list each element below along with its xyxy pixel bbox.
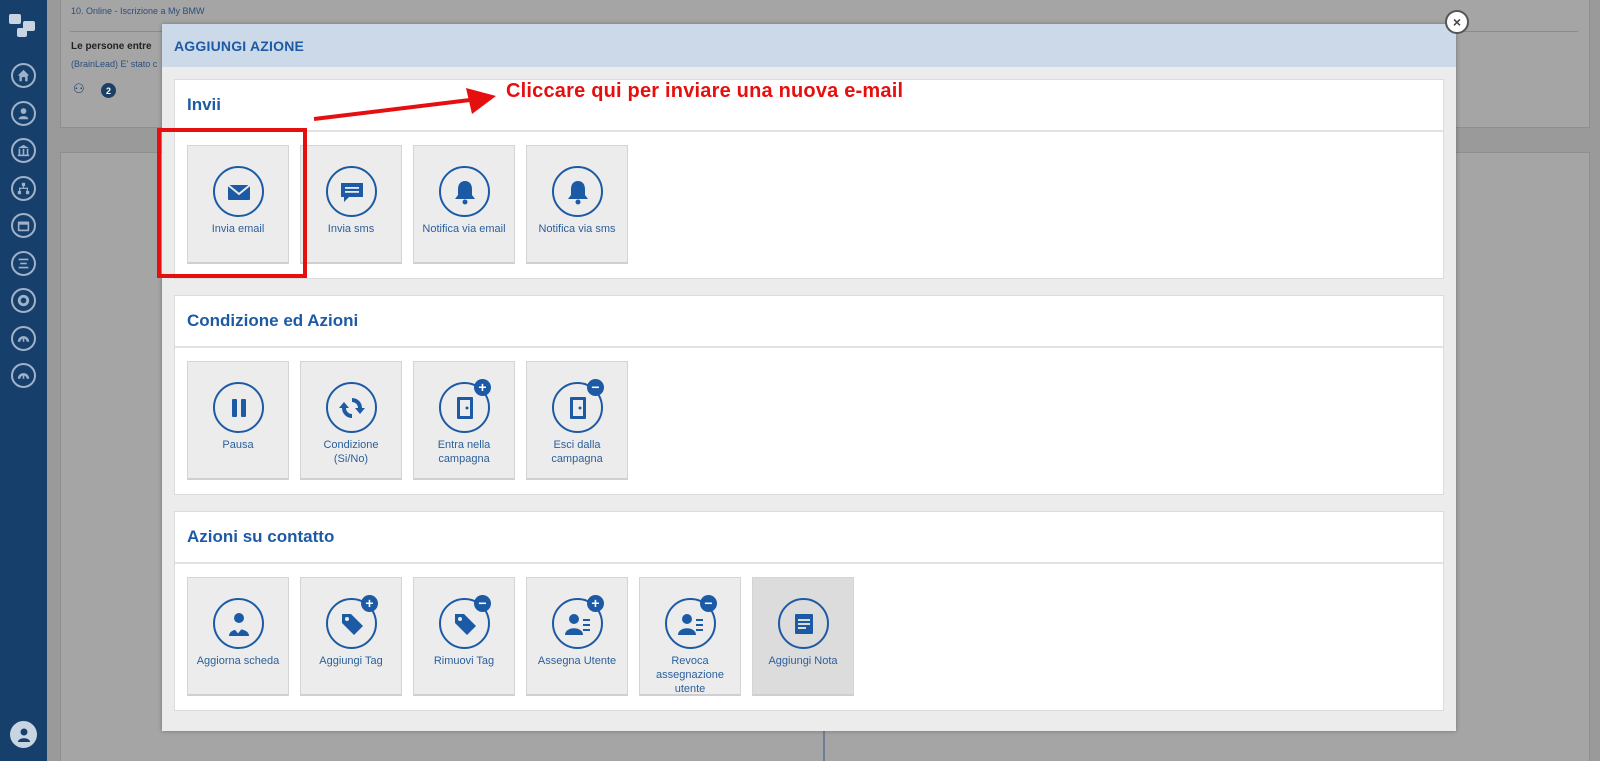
section-azioni-contatto: Azioni su contatto Aggiorna scheda + Agg…: [174, 511, 1444, 711]
count-badge: 2: [101, 83, 116, 98]
revoke-user-tile[interactable]: − Revoca assegnazione utente: [639, 577, 741, 696]
notify-sms-tile[interactable]: Notifica via sms: [526, 145, 628, 264]
tile-label: Rimuovi Tag: [433, 655, 495, 667]
plus-icon: +: [361, 595, 378, 612]
hierarchy-icon[interactable]: [11, 176, 36, 201]
highlight-box: [157, 128, 307, 278]
user-avatar-icon[interactable]: [10, 721, 37, 748]
background-heading: Le persone entre: [71, 41, 152, 52]
app-logo-icon[interactable]: [9, 14, 39, 38]
send-sms-tile[interactable]: Invia sms: [300, 145, 402, 264]
plus-icon: +: [474, 379, 491, 396]
dashboard-icon[interactable]: [11, 326, 36, 351]
home-icon[interactable]: [11, 63, 36, 88]
contact-icon[interactable]: [11, 101, 36, 126]
modal-header: AGGIUNGI AZIONE: [162, 24, 1456, 67]
add-note-tile[interactable]: Aggiungi Nota: [752, 577, 854, 696]
tile-label: Aggiungi Nota: [768, 655, 838, 667]
add-action-modal: AGGIUNGI AZIONE Invii Invia email Invia …: [162, 24, 1456, 731]
minus-icon: −: [700, 595, 717, 612]
section-title: Azioni su contatto: [187, 527, 335, 546]
section-title: Condizione ed Azioni: [187, 311, 359, 330]
note-icon: [778, 598, 829, 649]
bank-icon[interactable]: [11, 138, 36, 163]
user-check-icon: [213, 598, 264, 649]
tile-label: Invia sms: [327, 223, 375, 235]
background-subtext: (BrainLead) E' stato c: [71, 59, 158, 69]
tile-label: Condizione (Si/No): [323, 439, 379, 465]
tile-label: Aggiungi Tag: [319, 655, 383, 667]
modal-title: AGGIUNGI AZIONE: [174, 37, 305, 54]
dashboard-icon-2[interactable]: [11, 363, 36, 388]
list-icon[interactable]: [11, 251, 36, 276]
bell-icon: [439, 166, 490, 217]
enter-campaign-tile[interactable]: + Entra nella campagna: [413, 361, 515, 480]
exit-campaign-tile[interactable]: − Esci dalla campagna: [526, 361, 628, 480]
tile-label: Assegna Utente: [537, 655, 617, 667]
remove-tag-tile[interactable]: − Rimuovi Tag: [413, 577, 515, 696]
bell-icon: [552, 166, 603, 217]
support-icon[interactable]: [11, 288, 36, 313]
tile-label: Notifica via email: [422, 223, 506, 235]
notify-email-tile[interactable]: Notifica via email: [413, 145, 515, 264]
tile-label: Pausa: [222, 439, 254, 451]
cycle-icon: [326, 382, 377, 433]
tile-label: Revoca assegnazione utente: [656, 655, 724, 695]
calendar-icon[interactable]: [11, 213, 36, 238]
tile-label: Notifica via sms: [538, 223, 616, 235]
condition-tile[interactable]: Condizione (Si/No): [300, 361, 402, 480]
close-icon[interactable]: ×: [1445, 10, 1469, 34]
chat-icon: [326, 166, 377, 217]
minus-icon: −: [587, 379, 604, 396]
section-title: Invii: [187, 95, 222, 114]
breadcrumb-link[interactable]: 10. Online - Iscrizione a My BMW: [71, 6, 205, 16]
tile-label: Aggiorna scheda: [196, 655, 280, 667]
update-record-tile[interactable]: Aggiorna scheda: [187, 577, 289, 696]
pause-tile[interactable]: Pausa: [187, 361, 289, 480]
tile-label: Entra nella campagna: [437, 439, 491, 465]
assign-user-tile[interactable]: + Assegna Utente: [526, 577, 628, 696]
left-sidebar: [0, 0, 47, 761]
minus-icon: −: [474, 595, 491, 612]
plus-icon: +: [587, 595, 604, 612]
annotation-arrow-icon: [313, 88, 496, 121]
pause-icon: [213, 382, 264, 433]
add-tag-tile[interactable]: + Aggiungi Tag: [300, 577, 402, 696]
people-icon: ⚇: [73, 81, 85, 96]
tile-label: Esci dalla campagna: [551, 439, 603, 465]
annotation-text: Cliccare qui per inviare una nuova e-mai…: [506, 80, 904, 102]
section-condizione: Condizione ed Azioni Pausa Condizione (S…: [174, 295, 1444, 495]
